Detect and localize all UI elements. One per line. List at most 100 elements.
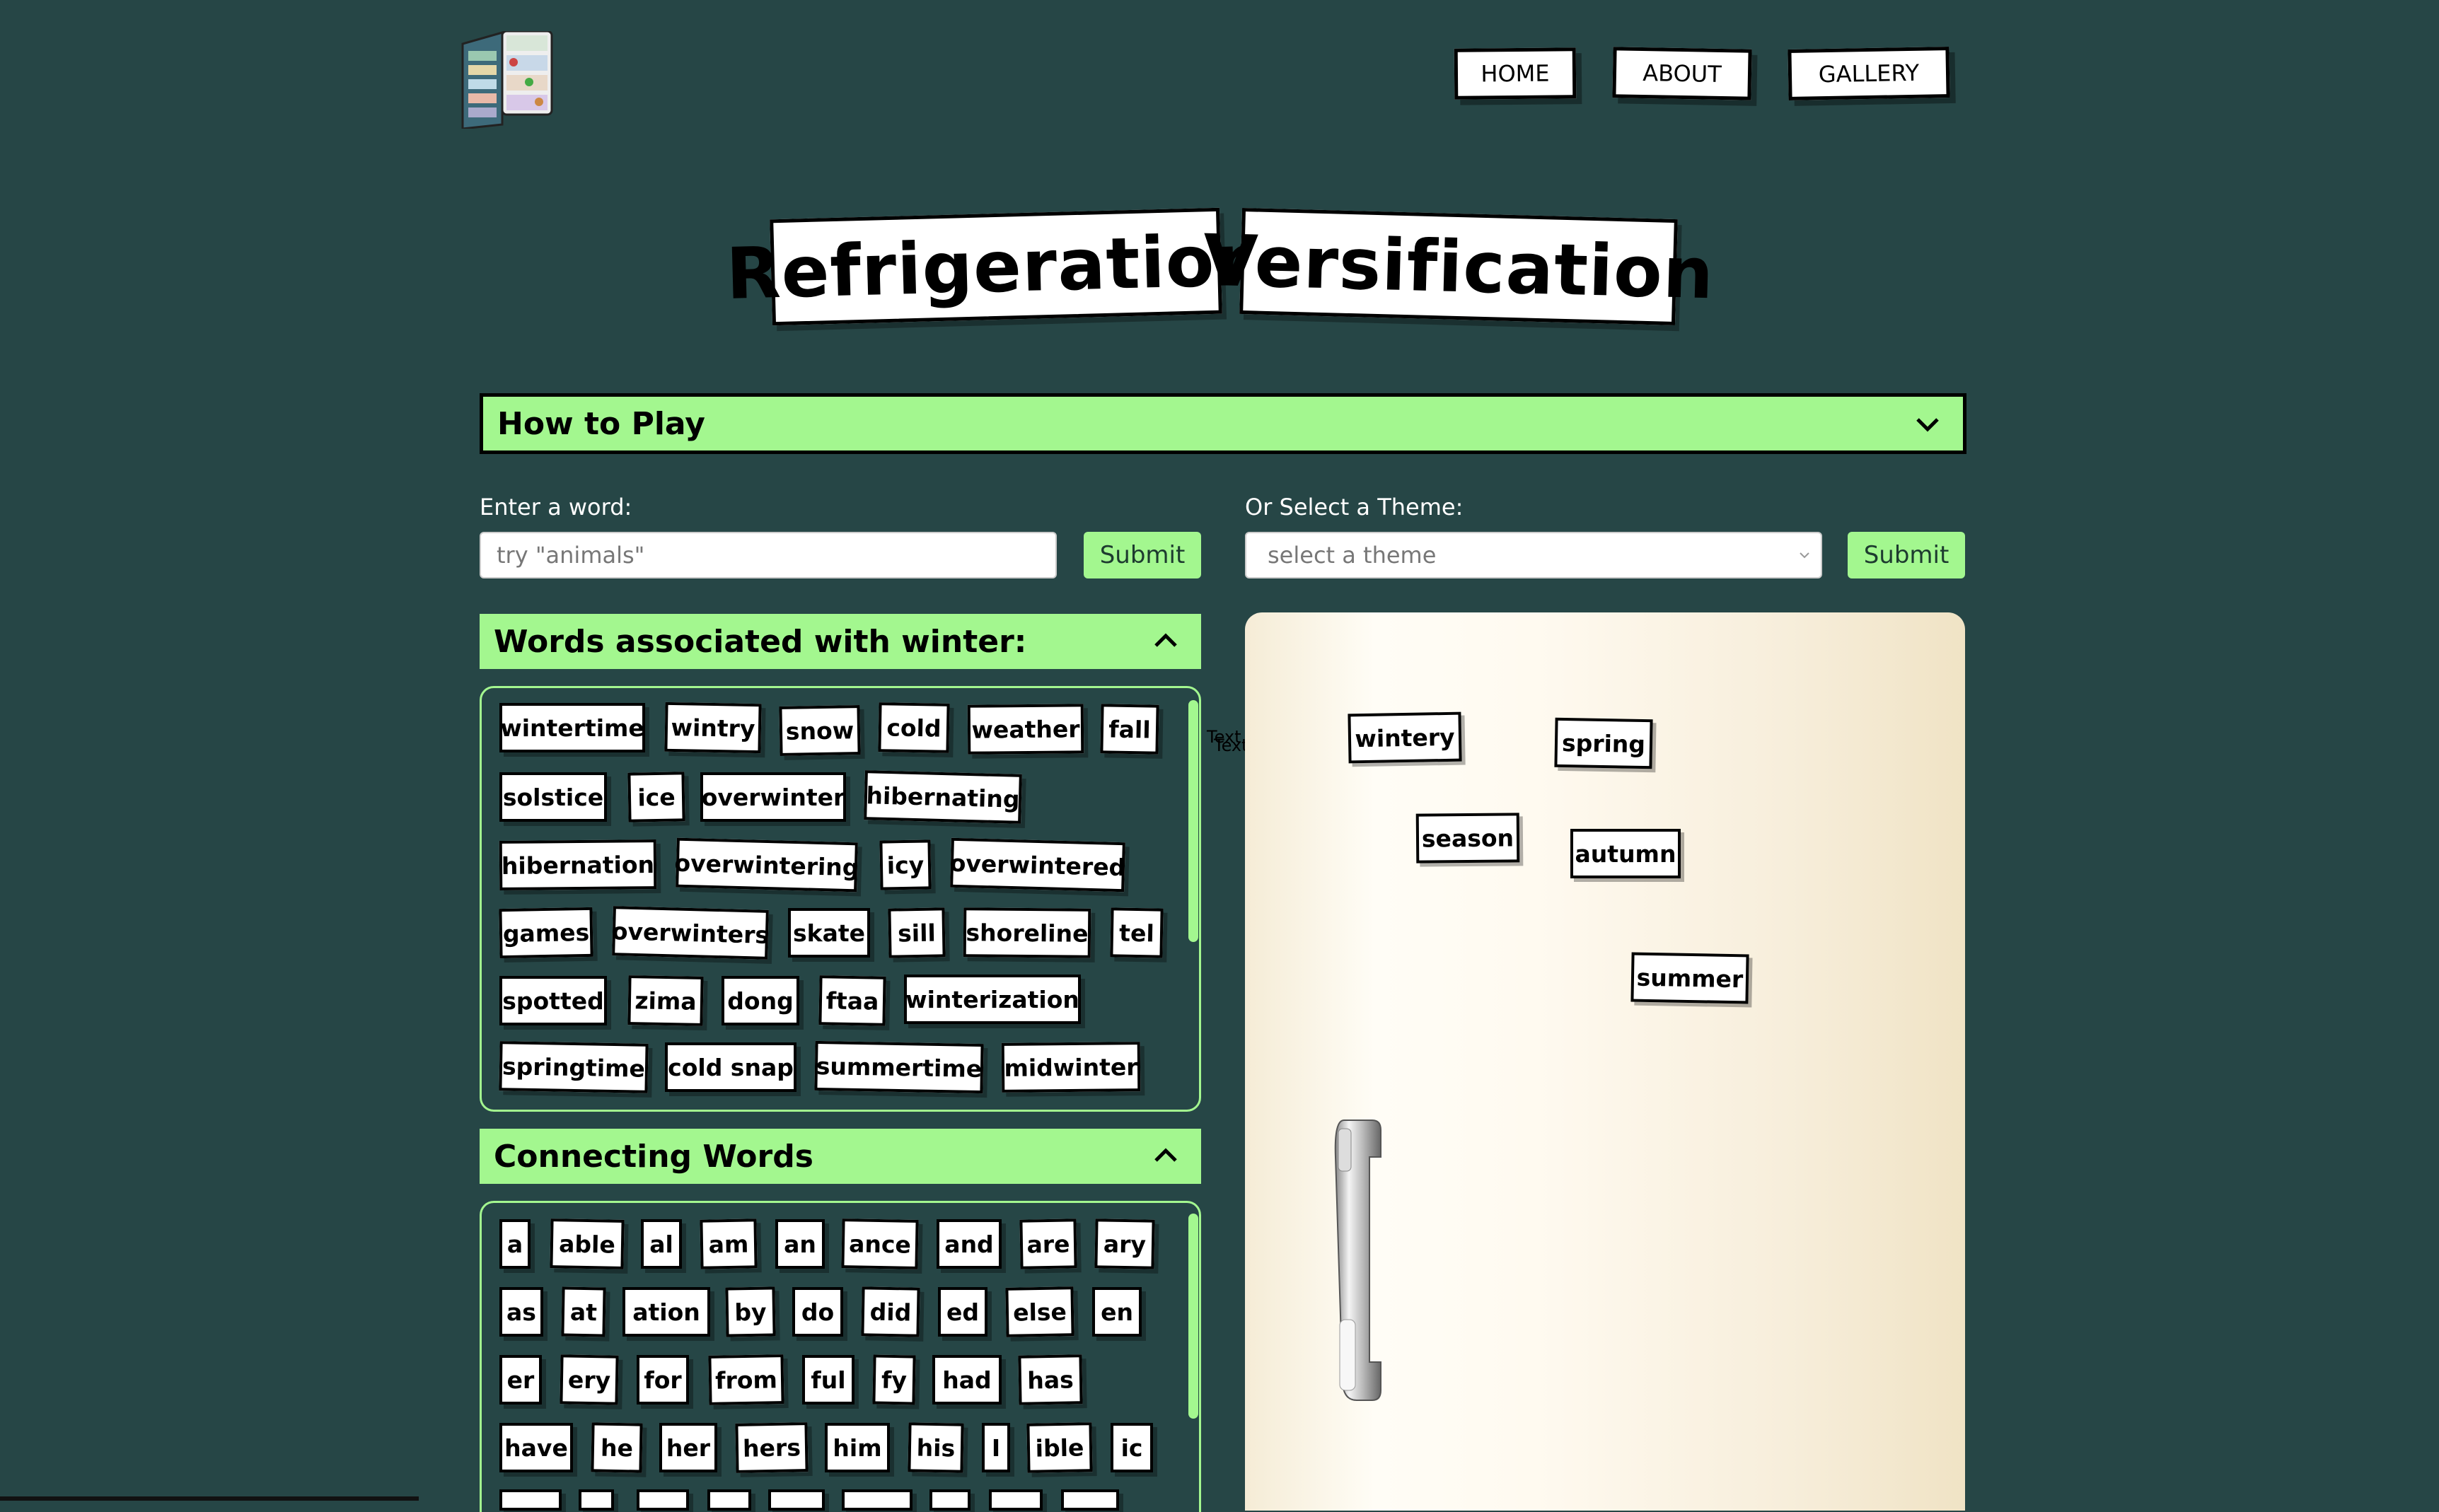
word-tile[interactable]: did — [861, 1286, 920, 1337]
word-tile[interactable]: summertime — [814, 1040, 984, 1094]
fridge-magnet[interactable]: spring — [1554, 717, 1653, 769]
word-tile[interactable]: by — [725, 1286, 776, 1337]
word-tile[interactable]: from — [708, 1354, 784, 1405]
word-tile[interactable]: al — [641, 1219, 682, 1269]
word-tile[interactable]: a — [499, 1219, 531, 1269]
word-tile[interactable]: an — [775, 1219, 825, 1269]
chevron-down-icon — [1800, 552, 1809, 559]
fridge-magnet[interactable]: autumn — [1570, 829, 1681, 878]
word-tile[interactable]: weather — [967, 704, 1084, 755]
nav-about-button[interactable]: ABOUT — [1612, 47, 1752, 100]
word-tile[interactable]: else — [1005, 1286, 1074, 1337]
nav-home-button[interactable]: HOME — [1454, 47, 1577, 100]
word-tile[interactable]: ic — [1111, 1423, 1153, 1472]
word-tile[interactable]: hibernation — [499, 839, 657, 890]
connecting-words-header[interactable]: Connecting Words — [480, 1129, 1201, 1184]
word-tile[interactable]: her — [659, 1423, 717, 1472]
word-tile[interactable]: at — [561, 1286, 606, 1337]
word-tile[interactable]: had — [932, 1355, 1002, 1405]
word-tile[interactable]: sill — [888, 907, 946, 958]
word-tile[interactable] — [768, 1489, 825, 1511]
word-tile[interactable]: ice — [627, 772, 685, 822]
word-tile[interactable]: spotted — [499, 976, 607, 1025]
word-tile[interactable]: springtime — [499, 1041, 649, 1093]
word-tile[interactable]: overwinter — [700, 772, 846, 822]
bottom-divider — [0, 1496, 419, 1501]
word-tile[interactable]: tel — [1110, 907, 1164, 958]
word-tile[interactable]: ful — [802, 1355, 854, 1405]
how-to-play-accordion[interactable]: How to Play — [480, 393, 1966, 454]
theme-select[interactable]: select a theme — [1245, 532, 1822, 578]
word-tile[interactable] — [637, 1489, 689, 1511]
word-tile[interactable]: midwinter — [1001, 1042, 1141, 1093]
word-submit-button[interactable]: Submit — [1084, 532, 1201, 578]
word-tile[interactable]: ation — [622, 1287, 710, 1337]
word-tile[interactable]: fall — [1100, 704, 1159, 755]
word-tile[interactable]: shoreline — [963, 907, 1091, 958]
how-to-play-label: How to Play — [497, 405, 705, 442]
word-tile[interactable] — [579, 1489, 614, 1511]
associated-words-header[interactable]: Words associated with winter: — [480, 614, 1201, 669]
word-tile[interactable]: cold — [878, 702, 950, 753]
word-tile[interactable]: his — [908, 1422, 964, 1473]
word-tile[interactable]: have — [499, 1423, 573, 1472]
word-tile[interactable]: I — [982, 1423, 1010, 1472]
word-tile[interactable] — [499, 1489, 562, 1511]
word-tile[interactable]: wintry — [664, 702, 762, 754]
word-tile[interactable]: him — [825, 1423, 890, 1472]
word-tile[interactable]: cold snap — [665, 1042, 796, 1092]
connecting-words-scrollbar[interactable] — [1188, 1214, 1198, 1419]
word-tile[interactable]: solstice — [499, 772, 607, 822]
word-tile[interactable]: zima — [627, 975, 704, 1026]
word-tile[interactable]: hers — [735, 1422, 809, 1473]
word-tile[interactable]: hibernating — [864, 770, 1022, 824]
word-tile[interactable]: er — [499, 1355, 542, 1405]
select-theme-label: Or Select a Theme: — [1245, 494, 1464, 521]
connecting-words-title: Connecting Words — [494, 1138, 813, 1175]
word-tile[interactable]: ed — [938, 1287, 987, 1337]
word-tile[interactable]: are — [1019, 1219, 1077, 1269]
word-tile[interactable]: ftaa — [818, 975, 886, 1026]
word-tile[interactable] — [929, 1489, 971, 1511]
word-tile[interactable]: ible — [1026, 1422, 1093, 1473]
fridge-logo-icon[interactable] — [461, 30, 553, 130]
word-tile[interactable]: ary — [1094, 1219, 1155, 1269]
fridge-magnet[interactable]: season — [1415, 813, 1520, 863]
word-tile[interactable]: he — [591, 1422, 643, 1473]
word-tile[interactable] — [842, 1489, 913, 1511]
word-tile[interactable] — [707, 1489, 751, 1511]
word-tile[interactable]: overwintering — [674, 837, 859, 892]
chevron-up-icon — [1154, 633, 1177, 647]
word-tile[interactable]: for — [637, 1355, 689, 1405]
fridge-magnet[interactable]: summer — [1630, 952, 1749, 1004]
word-tile[interactable]: ery — [560, 1354, 619, 1405]
word-tile[interactable] — [1061, 1489, 1119, 1511]
nav-gallery-button[interactable]: GALLERY — [1788, 47, 1950, 100]
word-tile[interactable]: winterization — [904, 975, 1081, 1024]
word-tile[interactable]: has — [1018, 1354, 1083, 1405]
word-tile[interactable]: am — [700, 1219, 758, 1269]
word-tile[interactable]: ance — [841, 1219, 919, 1269]
word-tile[interactable]: and — [937, 1219, 1002, 1269]
word-tile[interactable]: as — [499, 1287, 543, 1337]
fridge-magnet[interactable]: wintery — [1348, 711, 1462, 764]
word-tile[interactable]: snow — [779, 705, 861, 756]
associated-words-scrollbar[interactable] — [1188, 700, 1198, 942]
chevron-down-icon — [1916, 418, 1939, 432]
word-tile[interactable]: en — [1092, 1287, 1142, 1337]
word-tile[interactable] — [989, 1489, 1043, 1511]
word-tile[interactable]: dong — [722, 976, 799, 1025]
word-tile[interactable]: overwintered — [949, 837, 1126, 892]
word-tile[interactable]: games — [499, 907, 593, 959]
word-tile[interactable]: wintertime — [499, 703, 645, 752]
word-tile[interactable]: able — [550, 1219, 625, 1269]
word-tile[interactable]: do — [792, 1287, 843, 1337]
word-tile[interactable]: skate — [788, 908, 870, 958]
word-tile[interactable]: icy — [879, 839, 932, 890]
word-tile[interactable]: fy — [872, 1354, 916, 1405]
theme-submit-button[interactable]: Submit — [1848, 532, 1965, 578]
word-tile[interactable]: overwinters — [611, 906, 770, 960]
title-word-refrigeration: Refrigeration — [725, 207, 1267, 326]
associated-words-title: Words associated with winter: — [494, 623, 1027, 660]
word-input[interactable]: try "animals" — [480, 532, 1057, 578]
